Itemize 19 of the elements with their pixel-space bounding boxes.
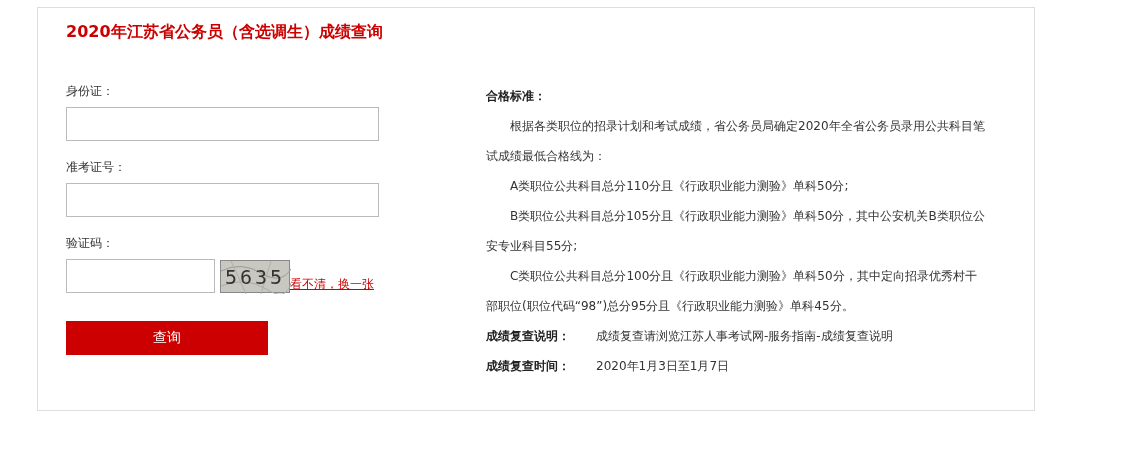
- page-title: 2020年江苏省公务员（含选调生）成绩查询: [66, 22, 383, 43]
- note-label: 成绩复查说明：: [486, 328, 571, 345]
- paragraph: A类职位公共科目总分110分且《行政职业能力测验》单科50分;: [509, 178, 850, 195]
- captcha-image: 5635: [220, 260, 290, 293]
- input-field[interactable]: [66, 107, 379, 141]
- note-label: 成绩复查时间：: [486, 358, 571, 375]
- input-field[interactable]: [66, 183, 379, 217]
- note-value: 成绩复查请浏览江苏人事考试网-服务指南-成绩复查说明: [596, 328, 893, 345]
- section-heading: 合格标准：: [486, 88, 547, 105]
- refresh-captcha-link[interactable]: 看不清，换一张: [290, 276, 374, 293]
- paragraph: B类职位公共科目总分105分且《行政职业能力测验》单科50分，其中公安机关B类职位公安专业科目55分;: [486, 208, 986, 255]
- input-field[interactable]: [66, 259, 215, 293]
- field-label: 身份证：: [66, 83, 115, 100]
- paragraph: C类职位公共科目总分100分且《行政职业能力测验》单科50分，其中定向招录优秀村干部职位(职位代码“98”)总分95分且《行政职业能力测验》单科45分。: [486, 268, 978, 315]
- query-button[interactable]: 查询: [66, 321, 268, 355]
- field-label: 验证码：: [66, 235, 115, 252]
- paragraph: 根据各类职位的招录计划和考试成绩，省公务员局确定2020年全省公务员录用公共科目笔试成绩最低合格线为：: [486, 118, 986, 165]
- note-value: 2020年1月3日至1月7日: [596, 358, 730, 375]
- field-label: 准考证号：: [66, 159, 127, 176]
